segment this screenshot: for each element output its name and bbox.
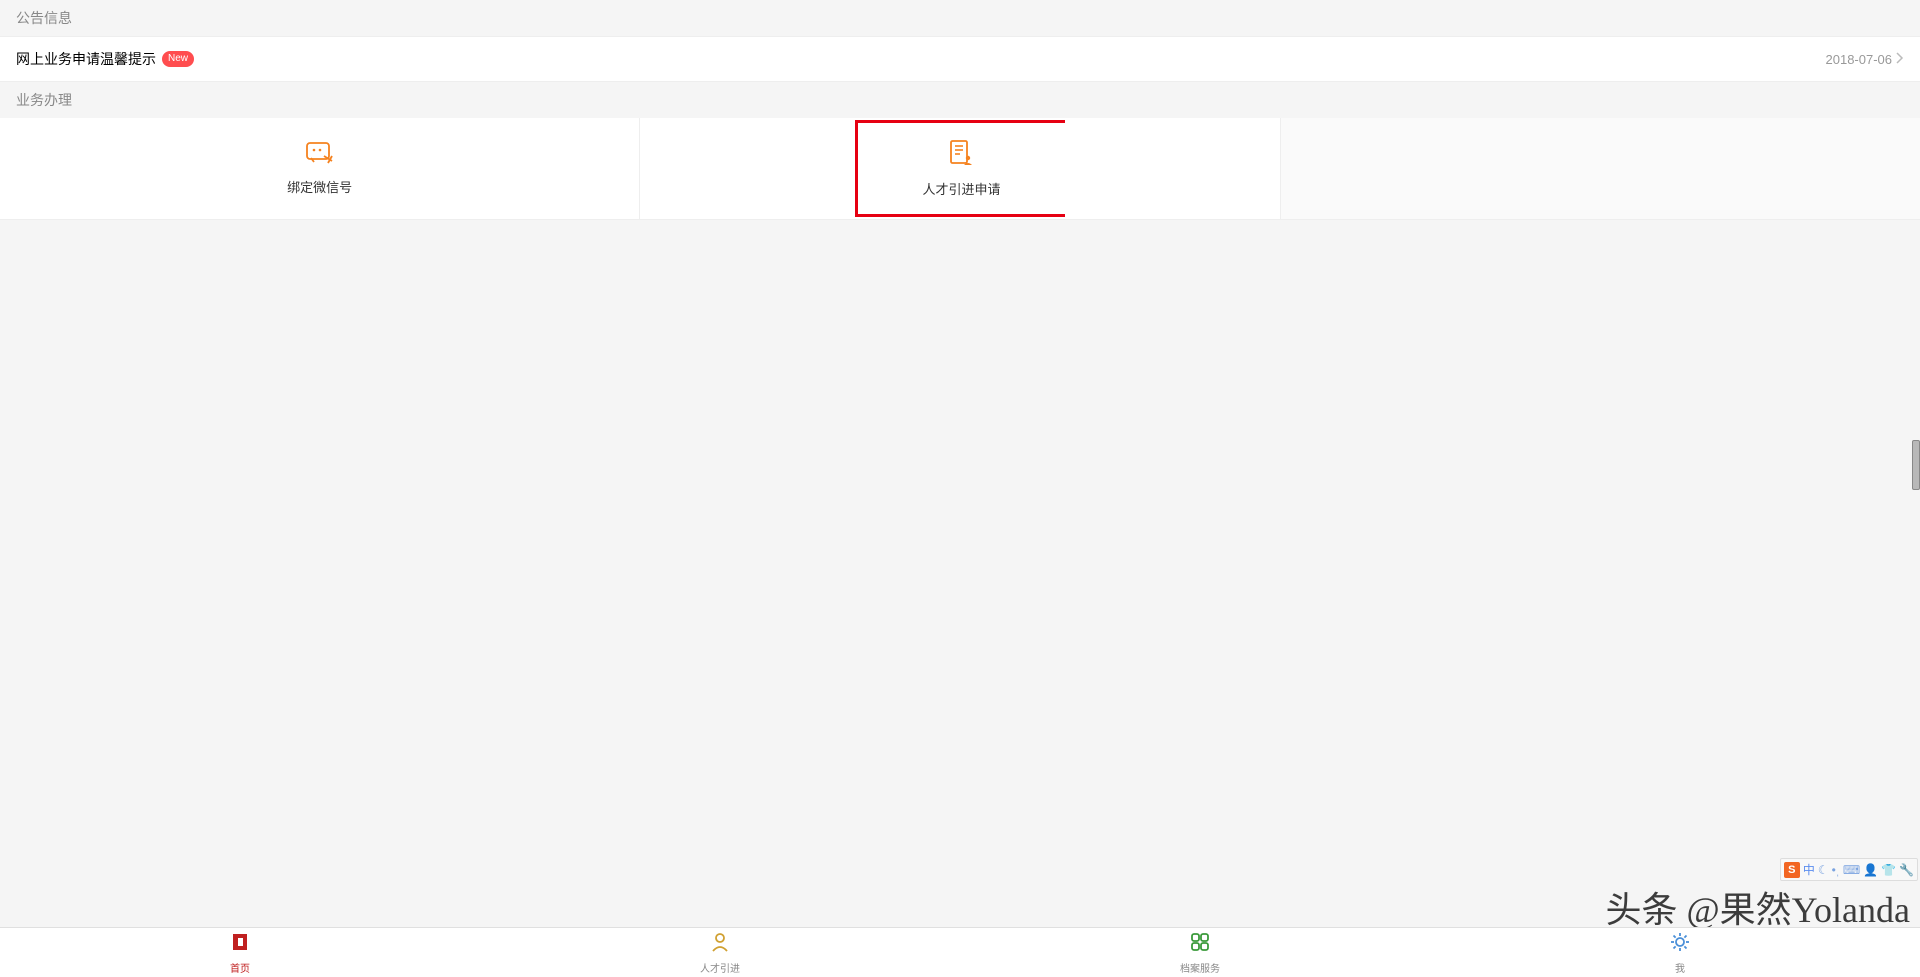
gear-icon [1669, 931, 1691, 958]
chevron-right-icon [1896, 52, 1904, 67]
watermark-text: 头条 @果然Yolanda [1605, 881, 1910, 933]
nav-talent-label: 人才引进 [700, 960, 740, 975]
wechat-bind-icon [306, 142, 334, 169]
nav-talent[interactable]: 人才引进 [480, 928, 960, 977]
home-icon [229, 931, 251, 958]
service-bind-wechat[interactable]: 绑定微信号 [0, 118, 640, 219]
announcement-section-header: 公告信息 [0, 0, 1920, 36]
ime-punct-icon[interactable]: •ˌ [1832, 863, 1840, 877]
ime-language-indicator[interactable]: 中 [1803, 861, 1815, 878]
announcement-date: 2018-07-06 [1826, 52, 1893, 67]
bottom-navigation: 首页 人才引进 档案服务 [0, 927, 1920, 977]
scrollbar-thumb[interactable] [1912, 440, 1920, 490]
ime-keyboard-icon[interactable]: ⌨ [1843, 863, 1860, 877]
ime-moon-icon[interactable]: ☾ [1818, 863, 1829, 877]
nav-me-label: 我 [1675, 960, 1685, 975]
ime-skin-icon[interactable]: 👕 [1881, 863, 1896, 877]
services-section-header: 业务办理 [0, 82, 1920, 118]
services-grid: 绑定微信号 人才引进申请 [0, 118, 1920, 220]
service-talent-application[interactable]: 人才引进申请 [855, 120, 1065, 217]
service-talent-application-label: 人才引进申请 [922, 179, 1000, 198]
service-empty-slot [1281, 118, 1920, 219]
new-badge: New [162, 51, 194, 67]
ime-user-icon[interactable]: 👤 [1863, 863, 1878, 877]
nav-home[interactable]: 首页 [0, 928, 480, 977]
document-person-icon [948, 140, 974, 171]
ime-toolbar[interactable]: S 中 ☾ •ˌ ⌨ 👤 👕 🔧 [1780, 858, 1918, 881]
grid-icon [1189, 931, 1211, 958]
announcement-title: 网上业务申请温馨提示 [16, 49, 156, 69]
announcement-item[interactable]: 网上业务申请温馨提示 New 2018-07-06 [0, 36, 1920, 82]
service-bind-wechat-label: 绑定微信号 [287, 177, 352, 196]
sogou-ime-icon: S [1784, 862, 1800, 878]
nav-home-label: 首页 [230, 960, 250, 975]
person-icon [709, 931, 731, 958]
ime-settings-icon[interactable]: 🔧 [1899, 863, 1914, 877]
nav-archive-label: 档案服务 [1180, 960, 1220, 975]
nav-me[interactable]: 我 [1440, 928, 1920, 977]
service-talent-application-wrapper: 人才引进申请 [640, 118, 1280, 219]
nav-archive[interactable]: 档案服务 [960, 928, 1440, 977]
